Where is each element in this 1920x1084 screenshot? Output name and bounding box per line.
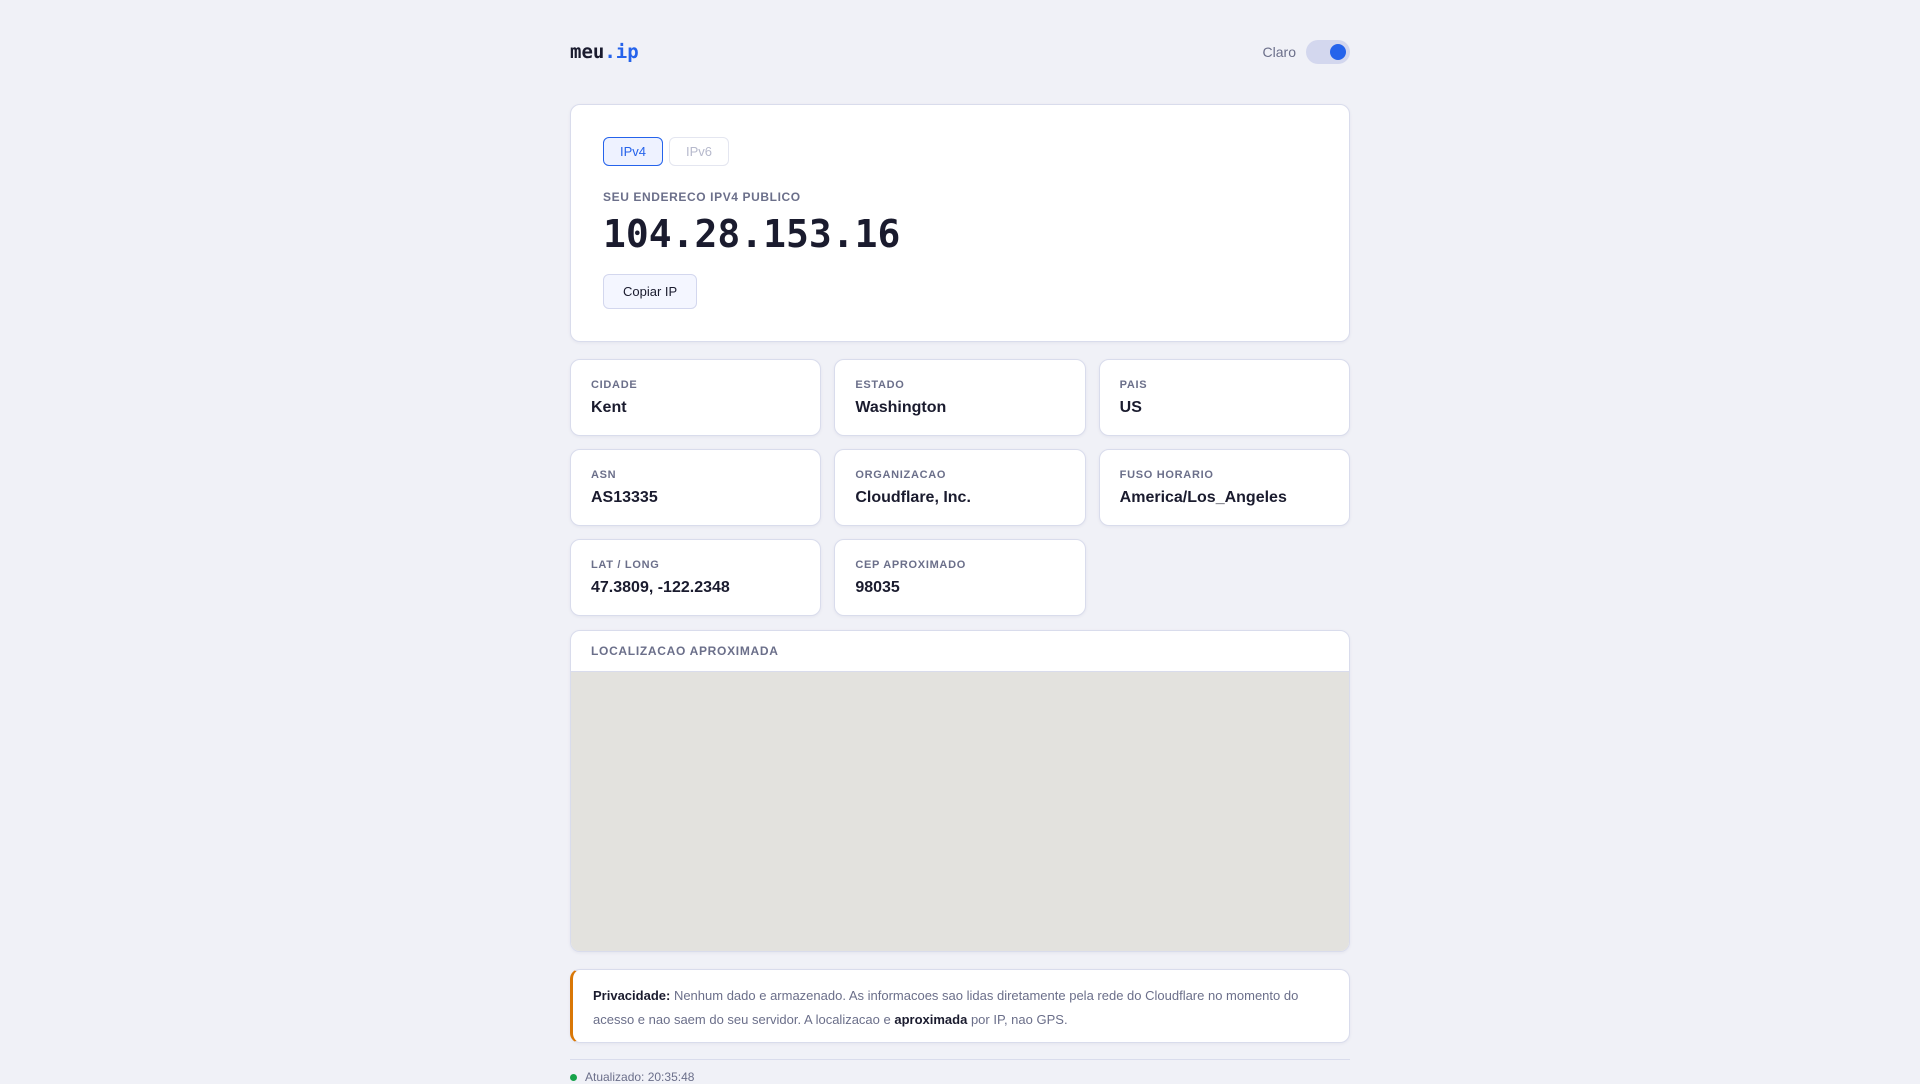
info-label: CIDADE (591, 379, 638, 391)
info-card-city: CIDADE Kent (570, 359, 822, 436)
info-value: Washington (855, 399, 947, 416)
map-title: LOCALIZACAO APROXIMADA (571, 631, 1349, 672)
info-card-country: PAIS US (1098, 359, 1350, 436)
info-card-latlong: LAT / LONG 47.3809, -122.2348 (570, 539, 822, 616)
info-value: 47.3809, -122.2348 (591, 579, 730, 596)
privacy-text-2: por IP, nao GPS. (967, 1012, 1068, 1027)
info-label: ASN (591, 469, 617, 481)
logo[interactable]: meu.ip (570, 41, 639, 63)
info-label: PAIS (1119, 379, 1148, 391)
info-card-state: ESTADO Washington (834, 359, 1086, 436)
ip-label: SEU ENDERECO IPV4 PUBLICO (603, 190, 801, 204)
theme-switch: Claro (1263, 40, 1350, 64)
logo-accent: .ip (604, 41, 639, 63)
status-dot-icon (570, 1073, 577, 1081)
info-card-timezone: FUSO HORARIO America/Los_Angeles (1098, 449, 1350, 526)
info-label: ORGANIZACAO (855, 469, 947, 481)
toggle-knob (1330, 44, 1346, 60)
map-card: LOCALIZACAO APROXIMADA (570, 630, 1350, 952)
map-area[interactable] (571, 672, 1349, 951)
privacy-title: Privacidade: (593, 988, 671, 1003)
info-label: LAT / LONG (591, 559, 660, 571)
tab-ipv4[interactable]: IPv4 (603, 137, 664, 166)
info-value: 98035 (855, 579, 900, 596)
info-card-org: ORGANIZACAO Cloudflare, Inc. (834, 449, 1086, 526)
info-value: Kent (591, 399, 627, 416)
info-grid: CIDADE Kent ESTADO Washington PAIS US ASN AS… (570, 359, 1350, 616)
privacy-bold: aproximada (894, 1012, 968, 1027)
footer: Atualizado: 20:35:48 (570, 1070, 694, 1084)
tab-ipv6[interactable]: IPv6 (669, 137, 730, 166)
privacy-note: Privacidade: Nenhum dado e armazenado. A… (570, 969, 1350, 1043)
info-card-asn: ASN AS13335 (570, 449, 822, 526)
updated-time: Atualizado: 20:35:48 (585, 1070, 695, 1084)
divider (570, 1059, 1350, 1060)
info-label: FUSO HORARIO (1119, 469, 1214, 481)
ip-address: 104.28.153.16 (603, 212, 901, 256)
info-value: America/Los_Angeles (1119, 489, 1287, 506)
logo-main: meu (570, 41, 605, 63)
header: meu.ip Claro (570, 36, 1350, 68)
info-card-zip: CEP APROXIMADO 98035 (834, 539, 1086, 616)
ip-card: IPv4 IPv6 SEU ENDERECO IPV4 PUBLICO 104.… (570, 104, 1350, 342)
theme-label: Claro (1262, 44, 1296, 60)
info-label: CEP APROXIMADO (855, 559, 966, 571)
info-value: US (1119, 399, 1142, 416)
info-label: ESTADO (855, 379, 905, 391)
info-value: Cloudflare, Inc. (855, 489, 971, 506)
info-value: AS13335 (591, 489, 658, 506)
theme-toggle[interactable] (1306, 40, 1350, 64)
ip-version-tabs: IPv4 IPv6 (603, 137, 1317, 166)
copy-ip-button[interactable]: Copiar IP (603, 274, 698, 309)
